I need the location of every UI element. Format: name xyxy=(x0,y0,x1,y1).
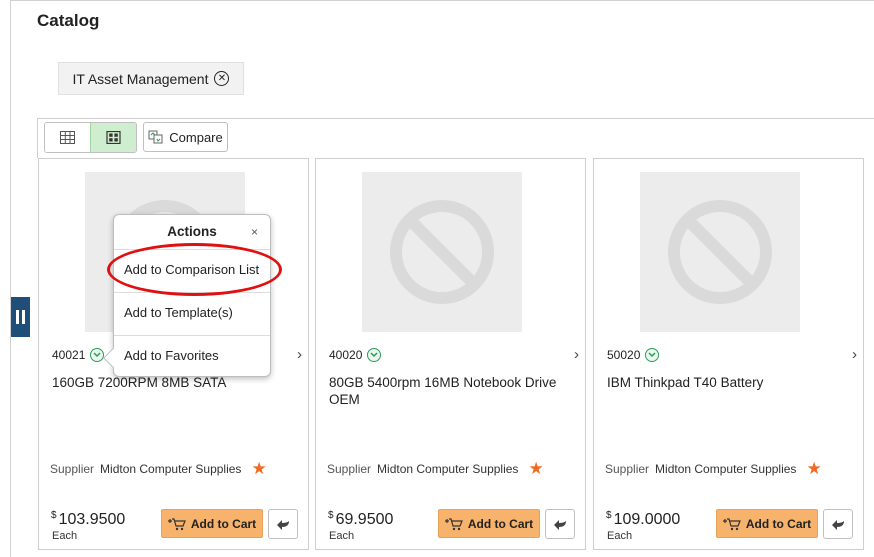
pause-bar-icon xyxy=(22,310,25,324)
supplier-row: Supplier Midton Computer Supplies ★ xyxy=(327,460,544,477)
reply-arrow-icon xyxy=(277,520,289,530)
popup-divider xyxy=(114,292,270,293)
product-image-placeholder xyxy=(362,172,522,332)
price: $69.9500 xyxy=(328,510,393,529)
item-number: 40020 xyxy=(329,348,382,362)
price: $103.9500 xyxy=(51,510,125,529)
compare-icon xyxy=(148,130,163,143)
star-icon: ★ xyxy=(806,459,822,478)
supplier-row: Supplier Midton Computer Supplies ★ xyxy=(50,460,267,477)
add-to-cart-label: Add to Cart xyxy=(190,516,257,531)
currency-symbol: $ xyxy=(51,510,57,521)
reply-arrow-button[interactable] xyxy=(268,509,298,539)
view-toggle xyxy=(44,122,137,153)
add-to-cart-button[interactable]: Add to Cart xyxy=(716,509,818,538)
price-value: 109.0000 xyxy=(613,511,681,528)
list-view-button[interactable] xyxy=(45,123,90,152)
chevron-down-icon[interactable] xyxy=(645,348,660,362)
popup-divider xyxy=(114,335,270,336)
popup-divider xyxy=(114,249,270,250)
filter-chip-label: IT Asset Management xyxy=(72,70,209,87)
product-card: 40020 › 80GB 5400rpm 16MB Notebook Drive… xyxy=(315,158,586,550)
item-number-text: 40021 xyxy=(52,348,86,362)
product-image-placeholder xyxy=(640,172,800,332)
cart-plus-icon xyxy=(722,517,741,530)
chevron-down-icon[interactable] xyxy=(90,348,105,362)
no-image-icon xyxy=(668,200,772,304)
reply-arrow-button[interactable] xyxy=(545,509,575,539)
price-unit: Each xyxy=(607,530,633,542)
supplier-label: Supplier xyxy=(50,461,95,476)
add-to-cart-label: Add to Cart xyxy=(467,516,534,531)
toolbar-divider-vertical xyxy=(37,118,38,158)
price-value: 69.9500 xyxy=(335,511,394,528)
product-name[interactable]: IBM Thinkpad T40 Battery xyxy=(607,374,852,391)
add-to-cart-label: Add to Cart xyxy=(745,516,812,531)
price-value: 103.9500 xyxy=(58,511,126,528)
item-number-text: 40020 xyxy=(329,348,363,362)
product-name[interactable]: 80GB 5400rpm 16MB Notebook Drive OEM xyxy=(329,374,574,408)
chevron-down-icon[interactable] xyxy=(367,348,382,362)
price: $109.0000 xyxy=(606,510,680,529)
price-unit: Each xyxy=(52,530,78,542)
top-border xyxy=(10,0,874,1)
left-border xyxy=(10,0,11,557)
actions-popup: Actions × Add to Comparison List Add to … xyxy=(103,214,271,377)
currency-symbol: $ xyxy=(328,510,334,521)
item-number-text: 50020 xyxy=(607,348,641,362)
supplier-name: Midton Computer Supplies xyxy=(655,461,797,476)
filter-chip[interactable]: IT Asset Management ✕ xyxy=(58,62,244,95)
star-icon: ★ xyxy=(528,459,544,478)
add-to-templates-item[interactable]: Add to Template(s) xyxy=(124,305,233,320)
tile-grid-icon xyxy=(106,131,121,144)
table-grid-icon xyxy=(60,131,75,144)
add-to-comparison-list-item[interactable]: Add to Comparison List xyxy=(124,262,259,277)
currency-symbol: $ xyxy=(606,510,612,521)
item-number: 40021 xyxy=(52,348,105,362)
compare-button[interactable]: Compare xyxy=(143,122,228,152)
close-icon[interactable]: × xyxy=(251,225,258,239)
side-panel-toggle[interactable] xyxy=(11,297,30,337)
actions-popup-title: Actions xyxy=(167,224,217,239)
compare-label: Compare xyxy=(169,129,223,145)
add-to-cart-button[interactable]: Add to Cart xyxy=(161,509,263,538)
star-icon: ★ xyxy=(251,459,267,478)
item-number: 50020 xyxy=(607,348,660,362)
supplier-name: Midton Computer Supplies xyxy=(100,461,242,476)
cart-plus-icon xyxy=(167,517,186,530)
pause-bar-icon xyxy=(16,310,19,324)
chevron-right-icon[interactable]: › xyxy=(574,346,579,363)
toolbar-divider xyxy=(37,118,874,119)
supplier-row: Supplier Midton Computer Supplies ★ xyxy=(605,460,822,477)
page-title: Catalog xyxy=(37,11,100,30)
close-circle-icon[interactable]: ✕ xyxy=(214,71,230,86)
product-card: 50020 › IBM Thinkpad T40 Battery Supplie… xyxy=(593,158,864,550)
supplier-label: Supplier xyxy=(605,461,650,476)
grid-view-button[interactable] xyxy=(90,123,136,152)
reply-arrow-button[interactable] xyxy=(823,509,853,539)
cart-plus-icon xyxy=(444,517,463,530)
reply-arrow-icon xyxy=(554,520,566,530)
chevron-right-icon[interactable]: › xyxy=(297,346,302,363)
supplier-name: Midton Computer Supplies xyxy=(377,461,519,476)
price-unit: Each xyxy=(329,530,355,542)
supplier-label: Supplier xyxy=(327,461,372,476)
reply-arrow-icon xyxy=(832,520,844,530)
add-to-favorites-item[interactable]: Add to Favorites xyxy=(124,348,219,363)
add-to-cart-button[interactable]: Add to Cart xyxy=(438,509,540,538)
chevron-right-icon[interactable]: › xyxy=(852,346,857,363)
no-image-icon xyxy=(390,200,494,304)
